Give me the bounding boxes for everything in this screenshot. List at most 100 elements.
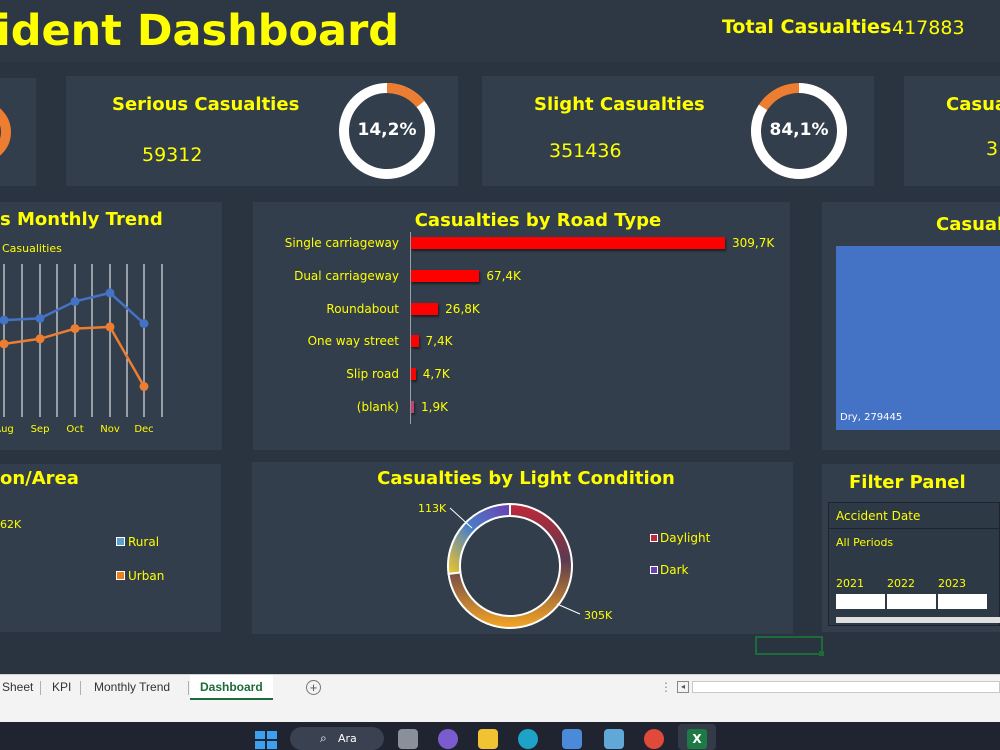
date-slicer[interactable]: Accident Date All Periods 2021 2022 2023	[828, 502, 1000, 626]
daylight-legend-label: Daylight	[660, 531, 711, 545]
edge-icon[interactable]	[518, 729, 538, 749]
slicer-scrollbar[interactable]	[836, 617, 1000, 623]
road-type-category-label: Roundabout	[326, 301, 399, 316]
surface-title: Casualt	[936, 214, 1000, 235]
trend-point	[35, 313, 45, 323]
trend-point	[105, 322, 115, 332]
slicer-tile-2021[interactable]	[836, 594, 885, 609]
trend-point	[139, 381, 149, 391]
road-type-title: Casualties by Road Type	[414, 210, 662, 231]
serious-percent: 14,2%	[357, 120, 417, 140]
excel-taskbar-button[interactable]: X	[678, 724, 716, 750]
dark-value-label: 113K	[418, 502, 447, 515]
road-type-category-label: (blank)	[356, 400, 399, 414]
fill-handle[interactable]	[819, 651, 824, 656]
selected-cell[interactable]	[755, 636, 823, 655]
light-donut	[447, 502, 581, 629]
road-type-value-label: 7,4K	[425, 334, 453, 349]
serious-casualties-label: Serious Casualties	[112, 94, 300, 115]
slight-casualties-value: 351436	[549, 140, 622, 162]
dark-legend-swatch	[650, 566, 658, 574]
trend-point	[0, 339, 9, 349]
tab-scroll-handle-icon[interactable]: ⋮	[660, 680, 672, 694]
light-condition-panel: Casualties by Light Condition 113K 305K …	[252, 462, 793, 634]
slight-casualties-label: Slight Casualties	[534, 94, 705, 115]
search-icon: ⌕	[320, 731, 327, 745]
horizontal-scrollbar[interactable]	[692, 681, 1000, 693]
surface-panel: Casualt Dry, 279445	[822, 202, 1000, 450]
slicer-year-2023: 2023	[938, 577, 966, 590]
kpi-card-slight: Slight Casualties 351436 84,1%	[482, 76, 874, 186]
area-value-label: 62K	[0, 518, 22, 531]
scroll-left-icon[interactable]: ◂	[677, 681, 689, 693]
monthly-trend-panel: s Monthly Trend Casualities AugSepOctNov…	[0, 202, 222, 450]
trend-month-label: Aug	[0, 424, 14, 435]
road-type-category-label: Single carriageway	[284, 236, 399, 250]
taskbar-search[interactable]: ⌕ Ara	[290, 727, 384, 750]
slicer-tile-2023[interactable]	[938, 594, 987, 609]
partial-kpi-label: Casua	[946, 94, 1000, 115]
slight-percent: 84,1%	[769, 120, 829, 140]
add-sheet-button[interactable]: +	[306, 680, 321, 695]
slicer-period: All Periods	[836, 536, 894, 549]
tab-separator	[188, 681, 189, 695]
task-view-icon[interactable]	[398, 729, 418, 749]
trend-point	[139, 319, 149, 328]
excel-icon: X	[687, 729, 707, 749]
dark-legend-label: Dark	[660, 563, 689, 577]
trend-point	[70, 324, 80, 334]
road-type-value-label: 1,9K	[421, 400, 448, 414]
road-type-bar	[411, 368, 416, 381]
filter-panel: Filter Panel Accident Date All Periods 2…	[822, 464, 1000, 632]
road-type-value-label: 309,7K	[732, 236, 775, 250]
filter-panel-title: Filter Panel	[849, 472, 966, 493]
road-type-value-label: 67,4K	[486, 268, 521, 283]
road-type-value-label: 26,8K	[445, 301, 480, 316]
daylight-value-label: 305K	[584, 609, 613, 622]
road-type-bar	[411, 237, 725, 249]
trend-point	[70, 296, 80, 306]
tab-separator	[40, 681, 41, 695]
sheet-tab-bar: Sheet KPI Monthly Trend Dashboard + ⋮ ◂	[0, 674, 1000, 700]
tab-monthly-trend[interactable]: Monthly Trend	[84, 675, 180, 700]
trend-month-label: Oct	[66, 424, 84, 435]
partial-kpi-value: 3	[986, 138, 999, 160]
road-type-bar	[411, 269, 480, 282]
tab-dashboard[interactable]: Dashboard	[190, 675, 273, 700]
chrome-icon[interactable]	[644, 729, 664, 749]
road-type-axis	[410, 232, 411, 424]
tab-sheet[interactable]: Sheet	[0, 675, 43, 700]
total-casualties-label: Total Casualties	[722, 16, 892, 38]
tab-separator	[80, 681, 81, 695]
road-type-bar	[411, 302, 439, 315]
dark-leader-line	[449, 507, 473, 529]
file-explorer-icon[interactable]	[478, 729, 498, 749]
slicer-header: Accident Date	[836, 509, 921, 523]
surface-bar-label: Dry, 279445	[840, 412, 903, 423]
trend-point	[35, 334, 45, 344]
urban-legend-swatch	[116, 571, 125, 580]
rural-legend-label: Rural	[128, 535, 160, 549]
windows-start-icon[interactable]	[255, 731, 277, 749]
road-type-bar	[411, 335, 419, 348]
page-title: ident Dashboard	[0, 6, 400, 56]
store-icon[interactable]	[562, 729, 582, 749]
trend-month-label: Sep	[30, 424, 50, 435]
daylight-legend-swatch	[650, 534, 658, 542]
kpi-card-partial: Casua 3	[904, 76, 1000, 186]
serious-casualties-value: 59312	[142, 144, 203, 166]
trend-month-label: Dec	[134, 424, 154, 435]
photos-icon[interactable]	[604, 729, 624, 749]
teams-icon[interactable]	[438, 729, 458, 749]
tab-kpi[interactable]: KPI	[42, 675, 81, 700]
kpi-card-fatal	[0, 78, 36, 186]
road-type-category-label: Dual carriageway	[294, 268, 399, 283]
slicer-tile-2022[interactable]	[887, 594, 936, 609]
slicer-year-2022: 2022	[887, 577, 915, 590]
trend-month-label: Nov	[100, 424, 120, 435]
area-title: on/Area	[0, 468, 79, 489]
road-type-bar	[411, 401, 414, 413]
road-type-category-label: One way street	[307, 334, 399, 349]
fatal-donut-partial	[0, 108, 11, 156]
area-panel: on/Area 62K Rural Urban	[0, 464, 221, 632]
